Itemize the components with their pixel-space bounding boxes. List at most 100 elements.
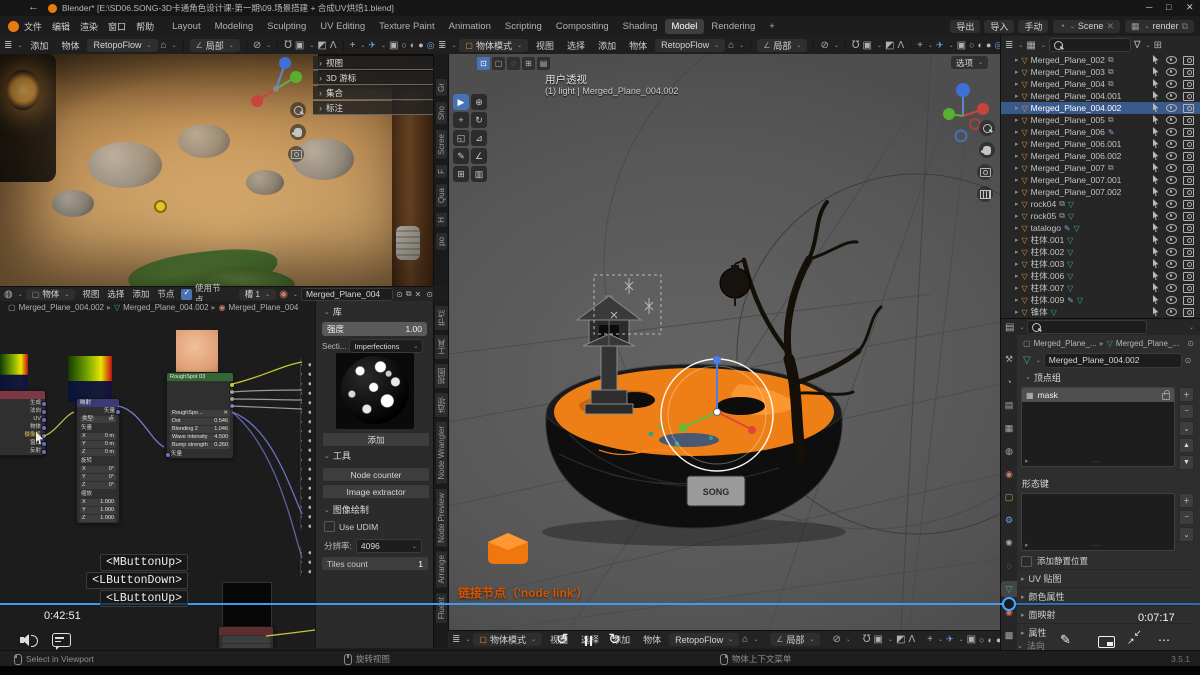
side-tab-Qua[interactable]: Qua: [435, 183, 448, 208]
zoom-tool-icon[interactable]: [979, 120, 995, 136]
group-field-Bump strength[interactable]: Bump strength0.260: [170, 442, 230, 449]
node-output-法向[interactable]: 法向: [0, 407, 45, 415]
add-workspace-button[interactable]: +: [762, 19, 782, 34]
selectable-icon[interactable]: [1153, 55, 1160, 65]
selectable-icon[interactable]: [1153, 259, 1160, 269]
add-button[interactable]: 添加: [322, 432, 430, 447]
outliner-options-icon[interactable]: ⊞: [1154, 40, 1162, 51]
image-paint-section-header[interactable]: 图像绘制: [333, 503, 369, 516]
workspace-tab-texture-paint[interactable]: Texture Paint: [372, 19, 441, 34]
orientation-selector[interactable]: ∠局部⌄: [757, 39, 807, 52]
expand-arrow-icon[interactable]: ▸: [1015, 308, 1019, 316]
outliner-item-Merged_Plane_007[interactable]: ▸▽Merged_Plane_007⧉: [1001, 162, 1200, 174]
viewport-menu-视图[interactable]: 视图: [531, 39, 559, 52]
expand-arrow-icon[interactable]: ▸: [1015, 56, 1019, 64]
proportional-edit-icon[interactable]: ⊘: [253, 40, 261, 51]
properties-tab-render[interactable]: ◔: [1001, 374, 1017, 390]
expand-arrow-icon[interactable]: ▸: [1025, 457, 1029, 465]
side-tab-节点[interactable]: 节点: [434, 305, 449, 331]
expand-arrow-icon[interactable]: ▸: [1015, 80, 1019, 88]
properties-tab-object-data[interactable]: ▽: [1001, 581, 1017, 597]
pan-hand-icon[interactable]: [290, 124, 306, 140]
main-3d-viewport[interactable]: SONG: [448, 54, 1001, 630]
library-section-header[interactable]: 库: [333, 305, 342, 318]
skip-forward-button[interactable]: ↻30: [608, 630, 621, 648]
hide-render-icon[interactable]: [1183, 200, 1194, 209]
shading-mode-icon-1[interactable]: ◐: [410, 40, 415, 50]
unlink-icon[interactable]: ✕: [1106, 21, 1114, 32]
node-output-反射[interactable]: 反射: [0, 447, 45, 455]
snap-magnet-icon[interactable]: ℧: [284, 40, 292, 51]
hide-render-icon[interactable]: [1183, 188, 1194, 197]
gizmo-toggle-icon[interactable]: +: [927, 634, 933, 645]
outliner-item-Merged_Plane_006.002[interactable]: ▸▽Merged_Plane_006.002: [1001, 150, 1200, 162]
hide-viewport-icon[interactable]: [1166, 104, 1177, 112]
mapping-value[interactable]: Y0 m: [80, 441, 116, 448]
mapping-value[interactable]: Z1.000: [80, 515, 116, 522]
math-node[interactable]: [218, 626, 274, 648]
hide-viewport-icon[interactable]: [1166, 248, 1177, 256]
toolbar-tool-8[interactable]: ⊞: [453, 166, 469, 182]
toolbar-tool-9[interactable]: ▥: [471, 166, 487, 182]
outliner-item-柱体.009[interactable]: ▸▽柱体.009✎▽: [1001, 294, 1200, 306]
selectable-icon[interactable]: [1153, 103, 1160, 113]
properties-tab-world[interactable]: ◉: [1001, 466, 1017, 482]
slot-selector[interactable]: 槽 1⌄: [239, 289, 277, 300]
pip-icon[interactable]: [1098, 636, 1115, 648]
selectable-icon[interactable]: [1153, 67, 1160, 77]
selectable-icon[interactable]: [1153, 211, 1160, 221]
side-tab-Sho[interactable]: Sho: [435, 101, 448, 125]
expand-arrow-icon[interactable]: ▸: [1015, 68, 1019, 76]
hide-render-icon[interactable]: [1183, 104, 1194, 113]
rest-position-checkbox[interactable]: [1021, 556, 1032, 567]
side-tab-Node Wrangler[interactable]: Node Wrangler: [435, 421, 448, 485]
viewport-menu-物体[interactable]: 物体: [624, 39, 652, 52]
workspace-tab-compositing[interactable]: Compositing: [549, 19, 616, 34]
expand-arrow-icon[interactable]: ▸: [1015, 128, 1019, 136]
outliner-item-柱体.002[interactable]: ▸▽柱体.002▽: [1001, 246, 1200, 258]
overlay-panel-视图[interactable]: ›视图: [313, 56, 433, 70]
properties-tab-object[interactable]: ▢: [1001, 489, 1017, 505]
viewport-shading-box-icon[interactable]: ▣: [967, 634, 976, 645]
properties-tab-physics[interactable]: ◌: [1001, 558, 1017, 574]
properties-search-input[interactable]: [1027, 320, 1147, 334]
menu-编辑[interactable]: 编辑: [47, 20, 75, 33]
action-button-导出[interactable]: 导出: [950, 20, 980, 33]
gizmo-toggle-icon[interactable]: +: [917, 40, 923, 51]
mapping-value[interactable]: Y1.000: [80, 507, 116, 514]
properties-tab-texture[interactable]: ▩: [1001, 627, 1017, 643]
hide-render-icon[interactable]: [1183, 128, 1194, 137]
mapping-value[interactable]: X1.000: [80, 499, 116, 506]
shader-menu-节点[interactable]: 节点: [153, 288, 178, 300]
workspace-tab-sculpting[interactable]: Sculpting: [260, 19, 313, 34]
toolbar-tool-3[interactable]: ↻: [471, 112, 487, 128]
toolbar-tool-6[interactable]: ✎: [453, 148, 469, 164]
color-swatch-node[interactable]: [222, 582, 272, 628]
retopoflow-menu[interactable]: RetopoFlow⌄: [655, 39, 725, 52]
expand-arrow-icon[interactable]: ▸: [1015, 116, 1019, 124]
workspace-tab-rendering[interactable]: Rendering: [704, 19, 762, 34]
workspace-tab-layout[interactable]: Layout: [165, 19, 208, 34]
retopoflow-menu[interactable]: RetopoFlow⌄: [87, 39, 157, 52]
filter-icon[interactable]: ∇: [1134, 40, 1141, 51]
imperfections-dropdown[interactable]: Imperfections⌄: [349, 339, 423, 353]
hide-viewport-icon[interactable]: [1166, 152, 1177, 160]
outliner-item-Merged_Plane_003[interactable]: ▸▽Merged_Plane_003⧉: [1001, 66, 1200, 78]
blender-menu-icon[interactable]: [8, 21, 19, 32]
shape-keys-header[interactable]: 形态键: [1022, 477, 1049, 490]
workspace-tab-uv-editing[interactable]: UV Editing: [313, 19, 372, 34]
hide-viewport-icon[interactable]: [1166, 308, 1177, 316]
side-tab-H[interactable]: H: [435, 212, 448, 228]
shader-menu-添加[interactable]: 添加: [128, 288, 153, 300]
toolbar-tool-0[interactable]: ▶: [453, 94, 469, 110]
mapping-value[interactable]: Z0 m: [80, 449, 116, 456]
hide-render-icon[interactable]: [1183, 92, 1194, 101]
workspace-tab-scripting[interactable]: Scripting: [498, 19, 549, 34]
viewport-menu-物体[interactable]: 物体: [56, 39, 84, 52]
menu-文件[interactable]: 文件: [19, 20, 47, 33]
properties-tab-scene[interactable]: ◍: [1001, 443, 1017, 459]
hide-viewport-icon[interactable]: [1166, 92, 1177, 100]
strength-slider[interactable]: 强度1.00: [322, 322, 427, 336]
selectable-icon[interactable]: [1153, 235, 1160, 245]
selectable-icon[interactable]: [1153, 139, 1160, 149]
